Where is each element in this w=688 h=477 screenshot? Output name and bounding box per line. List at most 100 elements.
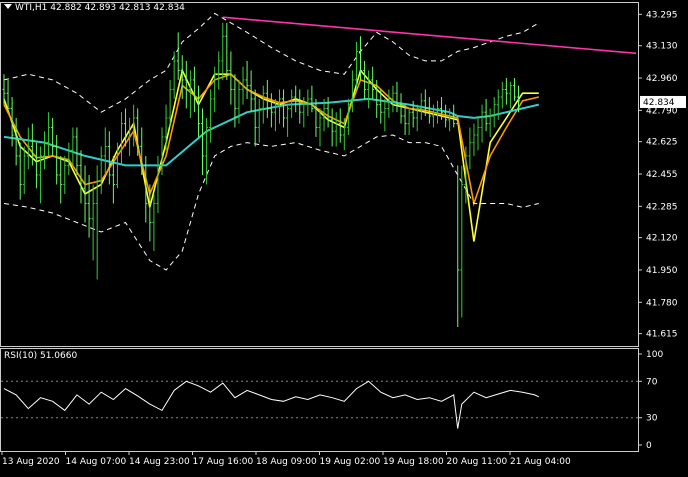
price-bar xyxy=(201,108,205,175)
price-header: WTI,H1 42.882 42.893 42.813 42.834 xyxy=(4,3,185,13)
price-tick-label: 42.455 xyxy=(646,170,678,180)
price-bar xyxy=(192,66,196,113)
close-value: 42.834 xyxy=(153,3,185,13)
time-tick-label: 19 Aug 02:00 xyxy=(320,457,381,467)
price-bar xyxy=(330,108,334,147)
rsi-line xyxy=(3,380,540,429)
price-bar xyxy=(452,104,456,128)
price-bar xyxy=(188,70,192,118)
price-tick-label: 42.960 xyxy=(646,74,678,84)
price-bar xyxy=(472,123,476,156)
price-bar xyxy=(492,97,496,128)
price-bar xyxy=(34,142,38,189)
time-tick-label: 14 Aug 07:00 xyxy=(66,457,127,467)
open-value: 42.882 xyxy=(50,3,82,13)
price-bar xyxy=(476,116,480,151)
price-bar xyxy=(500,81,504,109)
price-bar xyxy=(209,89,213,143)
price-bar xyxy=(484,98,488,132)
price-bar xyxy=(480,104,484,143)
price-bar xyxy=(468,127,472,170)
price-tick-label: 43.295 xyxy=(646,10,678,20)
price-bar xyxy=(176,32,180,80)
trendline-line xyxy=(222,16,637,55)
price-bar xyxy=(310,85,314,113)
price-bar xyxy=(22,146,26,194)
trading-chart[interactable]: 43.295 43.130 42.960 42.790 42.625 42.455 42.2… xyxy=(0,0,688,473)
price-bar xyxy=(269,93,273,128)
time-tick-label: 21 Aug 04:00 xyxy=(510,457,571,467)
triangle-down-icon[interactable] xyxy=(4,4,12,9)
price-axis: 43.29543.13042.96042.79042.62542.45542.2… xyxy=(638,10,678,340)
price-bar xyxy=(363,60,367,99)
rsi-panel-frame xyxy=(0,348,639,452)
price-bar xyxy=(91,184,95,261)
price-bar xyxy=(512,78,516,101)
rsi-value: 51.0660 xyxy=(39,351,78,361)
price-bar xyxy=(407,108,411,136)
price-bar xyxy=(334,112,338,147)
price-bar xyxy=(18,142,22,200)
price-bar xyxy=(221,22,225,80)
price-bar xyxy=(383,98,387,132)
price-bar xyxy=(59,155,63,204)
price-bar xyxy=(225,22,229,80)
price-bar xyxy=(399,93,403,124)
price-tick-label: 42.120 xyxy=(646,234,678,244)
price-bar xyxy=(257,98,261,143)
time-tick-label: 19 Aug 18:00 xyxy=(383,457,444,467)
price-tick-label: 41.950 xyxy=(646,266,678,276)
time-tick-label: 13 Aug 2020 xyxy=(2,457,60,467)
rsi-tick-label: 30 xyxy=(646,414,658,424)
price-bar xyxy=(63,155,67,194)
price-bar xyxy=(75,127,79,175)
price-bar xyxy=(253,89,257,147)
price-bar xyxy=(387,89,391,118)
rsi-header: RSI(10) 51.0660 xyxy=(4,351,77,361)
price-bar xyxy=(456,123,460,327)
price-bar xyxy=(282,89,286,128)
price-tick-label: 41.615 xyxy=(646,330,678,340)
price-bar xyxy=(395,81,399,113)
price-bar xyxy=(261,85,265,124)
price-bar xyxy=(43,131,47,170)
price-bar xyxy=(217,51,221,90)
rsi-tick-label: 0 xyxy=(646,441,652,451)
time-tick-label: 14 Aug 23:00 xyxy=(129,457,190,467)
price-bar xyxy=(196,85,200,137)
time-tick-label: 17 Aug 16:00 xyxy=(193,457,254,467)
price-tick-label: 42.625 xyxy=(646,138,678,148)
price-bar xyxy=(55,135,59,185)
price-bar xyxy=(245,60,249,99)
price-bar xyxy=(460,165,464,318)
price-bar xyxy=(286,104,290,137)
price-bar xyxy=(152,193,156,251)
price-bar xyxy=(391,85,395,113)
price-bar xyxy=(205,117,209,185)
price-bar xyxy=(107,131,111,185)
price-bar xyxy=(229,51,233,105)
time-axis: 13 Aug 2020 14 Aug 07:00 14 Aug 23:00 17 Au… xyxy=(1,451,571,467)
current-price-label: 42.834 xyxy=(640,95,686,108)
price-bar xyxy=(508,81,512,109)
price-bar xyxy=(184,60,188,109)
price-tick-label: 41.780 xyxy=(646,298,678,308)
price-bar xyxy=(119,112,123,166)
price-bar xyxy=(504,78,508,105)
current-price-text: 42.834 xyxy=(643,98,675,108)
price-bar xyxy=(164,104,168,151)
time-tick-label: 20 Aug 11:00 xyxy=(447,457,508,467)
price-bar xyxy=(314,98,318,137)
rsi-tick-label: 100 xyxy=(646,350,663,360)
price-tick-label: 43.130 xyxy=(646,42,678,52)
chart-canvas[interactable]: 43.29543.13042.96042.79042.62542.45542.2… xyxy=(0,0,688,473)
rsi-axis: 100 70 30 0 xyxy=(638,350,663,451)
price-bar xyxy=(326,97,330,128)
symbol-label: WTI,H1 xyxy=(15,3,48,13)
price-bar xyxy=(103,127,107,175)
price-bar xyxy=(38,146,42,204)
price-tick-label: 42.285 xyxy=(646,202,678,212)
rsi-tick-label: 70 xyxy=(646,377,658,387)
price-bar xyxy=(435,100,439,124)
price-bar xyxy=(367,70,371,109)
